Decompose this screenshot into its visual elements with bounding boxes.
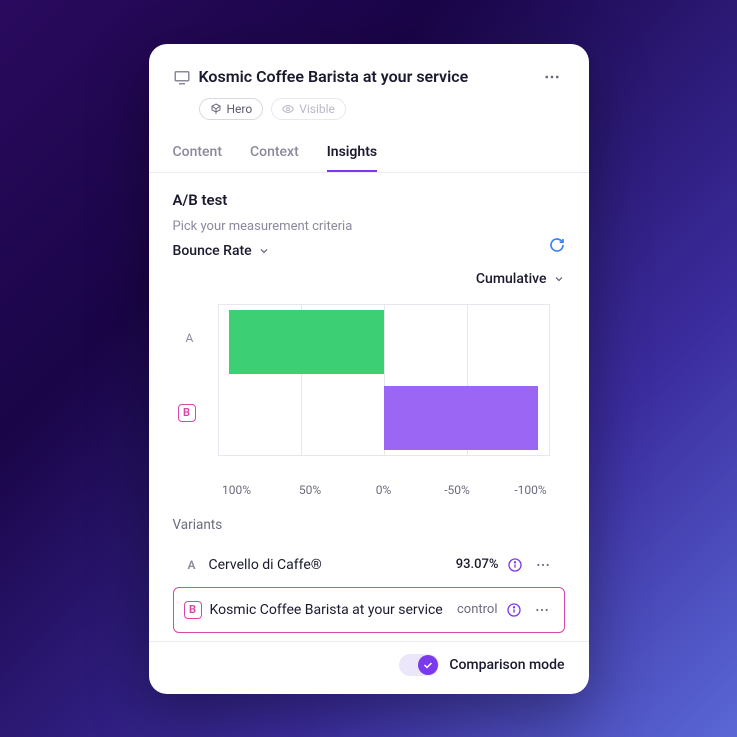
chart-x-axis: 100% 50% 0% -50% -100% bbox=[173, 483, 565, 497]
panel-header: Kosmic Coffee Barista at your service He… bbox=[149, 64, 589, 120]
tab-content[interactable]: Content bbox=[173, 138, 223, 172]
cumulative-value: Cumulative bbox=[476, 271, 547, 287]
comparison-label: Comparison mode bbox=[449, 657, 564, 673]
chart-bar-b bbox=[384, 386, 538, 450]
panel-footer: Comparison mode bbox=[149, 641, 589, 676]
variant-menu-a[interactable] bbox=[531, 553, 555, 577]
info-icon[interactable] bbox=[506, 602, 522, 618]
card-icon bbox=[173, 68, 191, 86]
criteria-label: Pick your measurement criteria bbox=[173, 219, 353, 234]
tabs: Content Context Insights bbox=[149, 138, 589, 173]
badge-hero[interactable]: Hero bbox=[199, 98, 264, 120]
tab-context[interactable]: Context bbox=[250, 138, 299, 172]
comparison-toggle[interactable] bbox=[399, 654, 439, 676]
ab-test-title: A/B test bbox=[173, 191, 565, 209]
variant-row-b[interactable]: B Kosmic Coffee Barista at your service … bbox=[173, 587, 565, 633]
tab-insights[interactable]: Insights bbox=[327, 138, 377, 172]
panel-menu-button[interactable] bbox=[539, 64, 565, 90]
variants-title: Variants bbox=[173, 517, 565, 533]
metric-value: Bounce Rate bbox=[173, 243, 252, 259]
metric-dropdown[interactable]: Bounce Rate bbox=[173, 243, 270, 259]
insights-panel: Kosmic Coffee Barista at your service He… bbox=[149, 44, 589, 694]
chevron-down-icon bbox=[553, 273, 565, 285]
variant-pct-a: 93.07% bbox=[456, 557, 499, 572]
variant-name-a: Cervello di Caffe® bbox=[209, 557, 448, 573]
chart: A B bbox=[173, 295, 565, 477]
cumulative-dropdown[interactable]: Cumulative bbox=[476, 271, 565, 287]
chart-bar-a bbox=[229, 310, 383, 374]
variants-section: Variants A Cervello di Caffe® 93.07% B K… bbox=[173, 517, 565, 633]
refresh-button[interactable] bbox=[549, 237, 565, 253]
info-icon[interactable] bbox=[507, 557, 523, 573]
chevron-down-icon bbox=[258, 245, 270, 257]
chart-y-label-a: A bbox=[186, 331, 194, 345]
variant-row-a[interactable]: A Cervello di Caffe® 93.07% bbox=[173, 543, 565, 587]
variant-control-b: control bbox=[457, 602, 498, 617]
chart-y-label-b: B bbox=[178, 404, 196, 422]
variant-menu-b[interactable] bbox=[530, 598, 554, 622]
badge-visible[interactable]: Visible bbox=[271, 98, 346, 120]
panel-title: Kosmic Coffee Barista at your service bbox=[199, 67, 531, 86]
variant-name-b: Kosmic Coffee Barista at your service bbox=[210, 602, 449, 618]
eye-icon bbox=[282, 103, 294, 115]
variant-marker-b: B bbox=[184, 601, 202, 619]
cube-icon bbox=[210, 103, 222, 115]
variant-marker-a: A bbox=[183, 558, 201, 572]
